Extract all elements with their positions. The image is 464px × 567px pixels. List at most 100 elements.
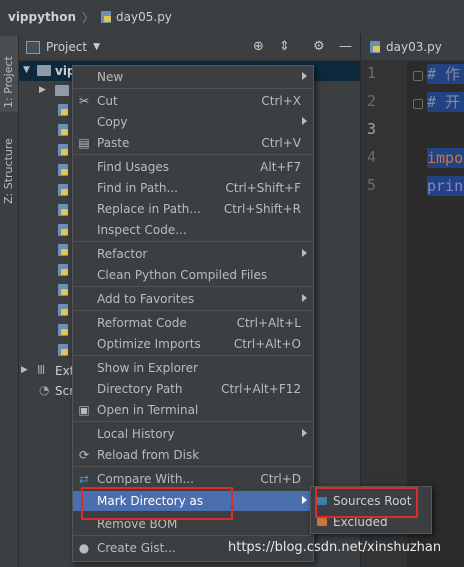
editor-tab[interactable]: day03.py xyxy=(369,40,442,54)
fold-marker-icon[interactable] xyxy=(413,71,423,81)
menu-item-shortcut: Alt+F7 xyxy=(260,160,301,174)
line-number: 2 xyxy=(367,92,377,110)
menu-item-compare-with[interactable]: ⇄ Compare With... Ctrl+D xyxy=(73,469,313,489)
python-file-icon xyxy=(57,124,69,137)
chevron-right-icon xyxy=(302,72,307,80)
menu-item-shortcut: Ctrl+Alt+L xyxy=(236,316,301,330)
menu-item-label: Local History xyxy=(97,427,175,441)
code-line[interactable]: # 作 xyxy=(427,64,464,84)
code-line[interactable]: impo xyxy=(427,148,464,168)
python-file-icon xyxy=(57,304,69,317)
menu-separator xyxy=(73,154,313,155)
library-icon: Ⅲ xyxy=(37,363,46,377)
menu-item-label: Refactor xyxy=(97,247,148,261)
menu-separator xyxy=(73,241,313,242)
annotation-box-mark-directory xyxy=(81,487,233,520)
menu-item-local-history[interactable]: Local History xyxy=(73,424,313,444)
menu-separator xyxy=(73,310,313,311)
menu-separator xyxy=(73,535,313,536)
clipboard-icon: ▤ xyxy=(78,136,90,150)
code-line[interactable]: prin xyxy=(427,176,464,196)
menu-item-add-to-favorites[interactable]: Add to Favorites xyxy=(73,289,313,309)
chevron-right-icon xyxy=(302,249,307,257)
python-file-icon xyxy=(57,264,69,277)
panel-title[interactable]: Project xyxy=(46,40,87,54)
menu-item-shortcut: Ctrl+Shift+F xyxy=(225,181,301,195)
chevron-down-icon[interactable]: ▼ xyxy=(93,42,100,52)
tab-structure-label: Z: Structure xyxy=(2,138,15,204)
annotation-box-sources-root xyxy=(315,487,418,518)
minimize-icon[interactable]: — xyxy=(339,39,352,54)
menu-item-label: Clean Python Compiled Files xyxy=(97,268,268,282)
menu-item-refactor[interactable]: Refactor xyxy=(73,244,313,264)
chevron-right-icon[interactable]: ▶ xyxy=(21,365,28,375)
python-file-icon xyxy=(57,224,69,237)
chevron-down-icon[interactable]: ▼ xyxy=(23,65,30,75)
crosshair-icon[interactable]: ⊕ xyxy=(253,39,264,54)
line-number: 1 xyxy=(367,64,377,82)
menu-item-label: Reformat Code xyxy=(97,316,187,330)
line-number: 4 xyxy=(367,148,377,166)
python-file-icon xyxy=(57,244,69,257)
breadcrumb-project[interactable]: vippython xyxy=(8,10,76,24)
menu-item-open-in-terminal[interactable]: ▣ Open in Terminal xyxy=(73,400,313,420)
menu-item-find-usages[interactable]: Find Usages Alt+F7 xyxy=(73,157,313,177)
fold-marker-icon[interactable] xyxy=(413,99,423,109)
menu-item-reload-from-disk[interactable]: ⟳ Reload from Disk xyxy=(73,445,313,465)
menu-item-label: Copy xyxy=(97,115,128,129)
folder-icon xyxy=(55,85,69,96)
menu-item-directory-path[interactable]: Directory Path Ctrl+Alt+F12 xyxy=(73,379,313,399)
compare-icon: ⇄ xyxy=(78,472,90,486)
menu-item-label: Inspect Code... xyxy=(97,223,187,237)
menu-item-label: Optimize Imports xyxy=(97,337,201,351)
python-file-icon xyxy=(57,104,69,117)
chevron-right-icon xyxy=(302,117,307,125)
menu-item-paste[interactable]: ▤ Paste Ctrl+V xyxy=(73,133,313,153)
collapse-icon[interactable]: ⇕ xyxy=(279,39,290,54)
menu-item-clean-python[interactable]: Clean Python Compiled Files xyxy=(73,265,313,285)
menu-item-label: Add to Favorites xyxy=(97,292,195,306)
python-file-icon xyxy=(100,10,112,24)
menu-item-optimize-imports[interactable]: Optimize Imports Ctrl+Alt+O xyxy=(73,334,313,354)
code-line[interactable]: # 开 xyxy=(427,92,464,112)
menu-separator xyxy=(73,421,313,422)
line-number: 3 xyxy=(367,120,377,138)
tab-structure[interactable]: Z: Structure xyxy=(0,114,18,204)
reload-icon: ⟳ xyxy=(78,448,90,462)
python-file-icon xyxy=(57,344,69,357)
menu-item-label: Show in Explorer xyxy=(97,361,198,375)
tab-project[interactable]: 1: Project xyxy=(0,36,18,112)
gear-icon[interactable]: ⚙ xyxy=(313,39,325,54)
menu-item-show-in-explorer[interactable]: Show in Explorer xyxy=(73,358,313,378)
menu-item-label: Find in Path... xyxy=(97,181,178,195)
menu-item-label: Compare With... xyxy=(97,472,194,486)
project-view-icon xyxy=(26,40,40,54)
menu-item-replace-in-path[interactable]: Replace in Path... Ctrl+Shift+R xyxy=(73,199,313,219)
scratches-icon: ◔ xyxy=(39,383,50,397)
menu-item-label: New xyxy=(97,70,124,84)
python-file-icon xyxy=(57,324,69,337)
menu-item-shortcut: Ctrl+Shift+R xyxy=(223,202,301,216)
breadcrumb-separator: 〉 xyxy=(82,10,95,25)
menu-item-shortcut: Ctrl+Alt+O xyxy=(233,337,301,351)
menu-item-new[interactable]: New xyxy=(73,67,313,87)
python-file-icon xyxy=(57,184,69,197)
chevron-right-icon[interactable]: ▶ xyxy=(39,85,46,95)
menu-item-label: Open in Terminal xyxy=(97,403,199,417)
menu-separator xyxy=(73,466,313,467)
menu-item-label: Create Gist... xyxy=(97,541,176,555)
menu-item-cut[interactable]: ✂ Cut Ctrl+X xyxy=(73,91,313,111)
menu-item-label: Find Usages xyxy=(97,160,170,174)
breadcrumb-file[interactable]: day05.py xyxy=(116,10,172,24)
excluded-icon xyxy=(317,518,327,526)
chevron-right-icon xyxy=(302,496,307,504)
scissors-icon: ✂ xyxy=(78,94,90,108)
panel-header: Project ▼ ⊕ ⇕ ⚙ — xyxy=(19,34,360,61)
menu-item-inspect-code[interactable]: Inspect Code... xyxy=(73,220,313,240)
menu-item-copy[interactable]: Copy xyxy=(73,112,313,132)
python-file-icon xyxy=(57,164,69,177)
menu-item-find-in-path[interactable]: Find in Path... Ctrl+Shift+F xyxy=(73,178,313,198)
menu-item-reformat-code[interactable]: Reformat Code Ctrl+Alt+L xyxy=(73,313,313,333)
folder-icon xyxy=(37,65,51,76)
chevron-right-icon xyxy=(302,294,307,302)
